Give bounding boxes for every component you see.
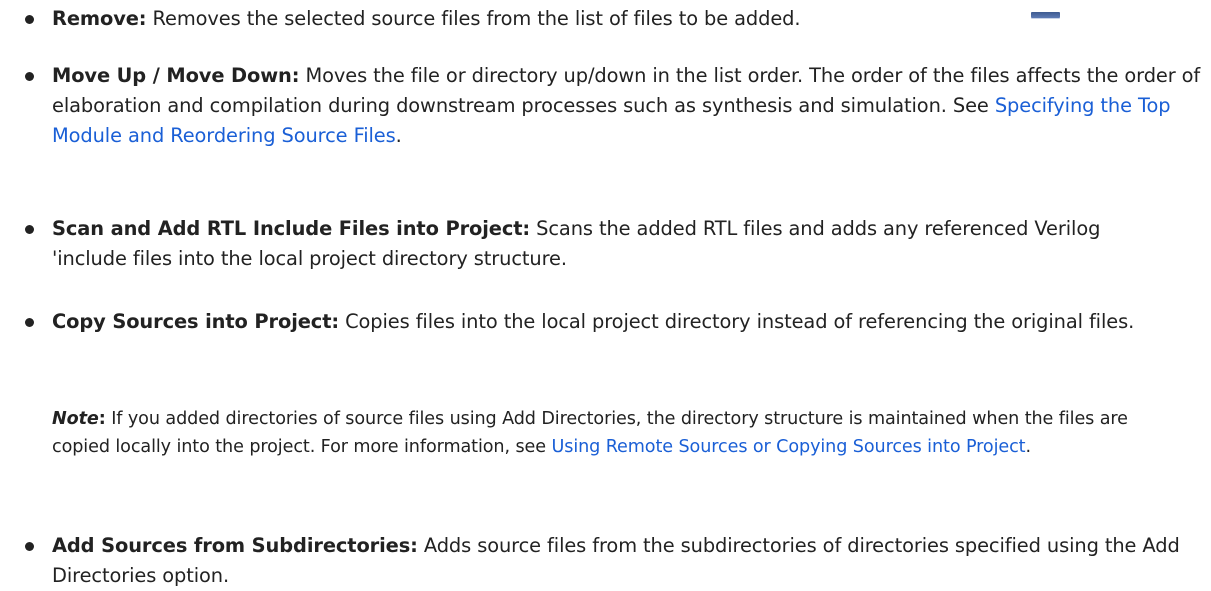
note-block: Note: If you added directories of source… (52, 405, 1162, 461)
list-item-text: Remove: Removes the selected source file… (52, 4, 1192, 34)
remove-icon (1031, 12, 1060, 18)
term-copy-sources: Copy Sources into Project: (52, 310, 340, 333)
link-using-remote-sources[interactable]: Using Remote Sources or Copying Sources … (551, 437, 1025, 457)
bullet (25, 225, 34, 234)
bullet (25, 542, 34, 551)
list-item-text: Move Up / Move Down: Moves the file or d… (52, 61, 1202, 151)
term-move: Move Up / Move Down: (52, 64, 300, 87)
bullet (25, 15, 34, 24)
desc-move-end: . (395, 124, 402, 147)
list-item-text: Scan and Add RTL Include Files into Proj… (52, 214, 1162, 274)
note-end: . (1025, 437, 1031, 457)
note-colon: : (98, 409, 106, 429)
list-item-text: Copy Sources into Project: Copies files … (52, 307, 1162, 337)
desc-remove: Removes the selected source files from t… (146, 7, 801, 30)
term-add-subdirectories: Add Sources from Subdirectories: (52, 534, 418, 557)
bullet (25, 72, 34, 81)
term-scan-rtl: Scan and Add RTL Include Files into Proj… (52, 217, 531, 240)
bullet (25, 318, 34, 327)
note-label: Note (52, 409, 99, 429)
desc-copy-sources: Copies files into the local project dire… (339, 310, 1135, 333)
term-remove: Remove: (52, 7, 147, 30)
list-item-text: Add Sources from Subdirectories: Adds so… (52, 531, 1202, 591)
